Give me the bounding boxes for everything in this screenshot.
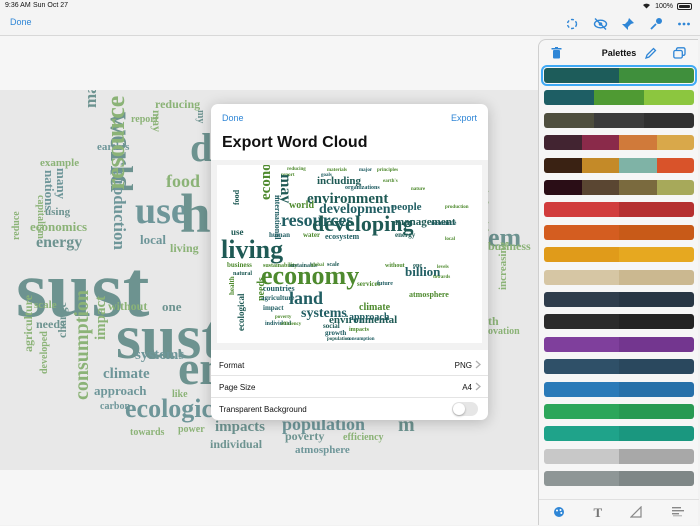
hide-icon[interactable] [592,16,608,32]
preview-word: agriculture [261,294,295,302]
palette-swatch[interactable] [544,359,694,375]
pencil-icon[interactable] [644,46,657,64]
palette-swatch[interactable] [544,471,694,487]
eyedropper-icon[interactable] [648,16,664,32]
palette-swatch[interactable] [544,426,694,442]
preview-word: production [445,205,469,210]
preview-word: one [413,263,422,269]
preview-word: local [445,237,455,242]
preview-word: towards [433,275,451,280]
font-tab-icon[interactable]: T [593,505,602,521]
preview-word: food [232,189,241,205]
palette-swatch[interactable] [544,247,694,263]
transparent-background-label: Transparent Background [219,405,307,414]
more-icon[interactable] [676,16,692,32]
palette-swatch[interactable] [544,269,694,285]
preview-word: efficiency [281,322,302,327]
palette-tab-icon[interactable] [553,506,565,521]
wifi-icon [642,2,651,11]
toolbar-icons [564,16,692,32]
word-cloud-preview: reducing materials major principles report go… [217,165,482,343]
preview-word: earth's [383,179,398,184]
transparent-background-row: Transparent Background [211,398,488,420]
status-right: 100% [642,2,692,11]
preview-area: reducing materials major principles report go… [211,160,488,350]
dialog-done-button[interactable]: Done [222,113,244,123]
palettes-header: Palettes [539,40,699,66]
done-button[interactable]: Done [10,17,32,27]
chevron-right-icon [475,360,481,371]
pin-icon[interactable] [620,16,636,32]
preview-word: ecosystem [325,232,360,241]
preview-word: impact [263,304,284,312]
page-size-value: A4 [462,383,472,392]
preview-word: reducing [287,167,306,172]
dialog-title: Export Word Cloud [222,134,368,151]
preview-word: major [359,168,373,173]
battery-percent: 100% [655,3,673,10]
battery-icon [677,3,692,10]
preview-word: scale [327,262,340,268]
preview-word: health [228,276,236,295]
preview-word: approach [349,312,390,323]
dialog-export-button[interactable]: Export [451,113,477,123]
palette-footer: T [539,499,699,526]
palette-swatch[interactable] [544,157,694,173]
preview-word: growth [325,329,347,337]
transparent-background-toggle[interactable] [452,402,478,416]
preview-word: business [227,261,252,269]
preview-word: water [303,231,321,239]
palette-swatch[interactable] [544,135,694,151]
status-date: Sun Oct 27 [33,2,69,9]
status-bar: 9:36 AM Sun Oct 27 100% [0,0,700,12]
preview-word: atmosphere [409,290,449,299]
preview-word: consumption [347,337,375,342]
palette-swatch[interactable] [544,224,694,240]
format-value: PNG [454,361,472,370]
page-size-label: Page Size [219,383,256,392]
palette-swatch[interactable] [544,112,694,128]
export-options: Format PNG Page Size A4 Transparent Back… [211,354,488,420]
palette-swatch[interactable] [544,180,694,195]
preview-word: levels [437,265,449,270]
page-size-row[interactable]: Page Size A4 [211,376,488,398]
preview-word: without [385,263,405,269]
shape-tab-icon[interactable] [630,505,643,521]
preview-word: economic [258,165,274,200]
palette-swatch[interactable] [541,65,697,86]
preview-word: living [221,235,284,264]
palette-swatch[interactable] [544,90,694,106]
fit-icon[interactable] [564,16,580,32]
palette-swatch[interactable] [544,404,694,419]
palette-swatch[interactable] [544,448,694,464]
words-tab-icon[interactable] [671,506,685,520]
chevron-right-icon [475,382,481,393]
preview-word: nature [411,187,426,192]
preview-word: resource [431,219,457,227]
preview-word: future [377,281,393,287]
preview-word: impacts [349,327,369,333]
preview-word: global [311,263,325,268]
format-label: Format [219,361,245,370]
format-row[interactable]: Format PNG [211,354,488,376]
palette-swatch[interactable] [544,381,694,397]
preview-word: ecological [236,293,246,332]
preview-word: poverty [275,315,292,320]
palette-swatch[interactable] [544,314,694,330]
top-toolbar: Done [0,12,700,36]
duplicate-icon[interactable] [673,46,686,64]
export-dialog: Done Export Export Word Cloud reducing ma… [211,104,488,420]
preview-word: principles [377,168,399,173]
palettes-panel: Palettes T [538,39,699,526]
palette-swatch[interactable] [544,336,694,352]
status-time: 9:36 AM [5,2,31,9]
preview-word: energy [395,231,416,239]
palette-swatch[interactable] [544,292,694,307]
palette-swatch[interactable] [544,202,694,218]
